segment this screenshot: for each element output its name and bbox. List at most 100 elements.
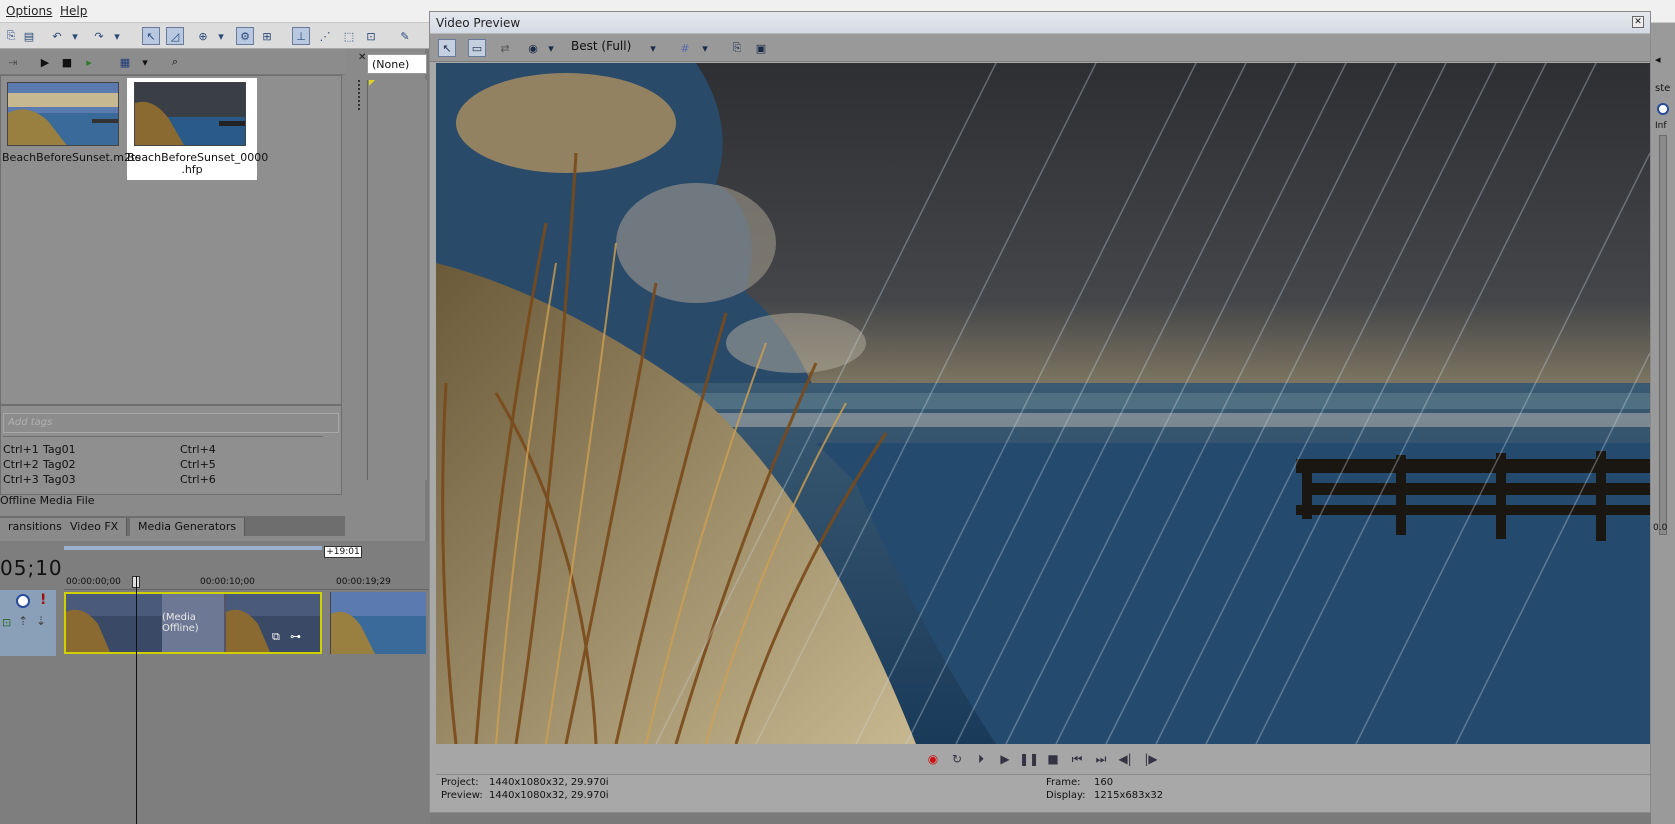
media-offline-label: (Media Offline) [162, 594, 224, 652]
preview-quality-select[interactable]: Best (Full) [571, 39, 631, 53]
plugin-select[interactable]: (None) [367, 54, 427, 74]
split-screen-icon[interactable]: ⇄ [496, 39, 514, 57]
stop-icon[interactable]: ■ [1046, 752, 1060, 766]
tag-name-3[interactable]: Tag03 [43, 473, 76, 486]
media-toolbar: ⇥ ▶ ■ ▸ ▦ ▾ ⌕ [0, 49, 345, 75]
overlays-dropdown-icon[interactable]: ▾ [542, 39, 560, 57]
close-icon[interactable]: ✕ [1632, 16, 1644, 28]
right-panel-mute-icon[interactable] [1657, 103, 1669, 115]
display-label: Display: [1046, 790, 1086, 801]
pause-icon[interactable]: ❚❚ [1019, 752, 1039, 766]
next-frame-icon[interactable]: |▶ [1144, 752, 1158, 766]
copy-icon[interactable]: ⎘ [2, 27, 20, 45]
auto-ripple-icon[interactable]: ⚙ [236, 27, 254, 45]
import-icon[interactable]: ⇥ [4, 53, 22, 71]
timecode-display: 05;10 [0, 556, 63, 580]
zoom-tool-icon[interactable]: ⬚ [340, 27, 358, 45]
marker-flag-icon [369, 80, 375, 86]
main-toolbar: ⎘ ▤ ↶ ▾ ↷ ▾ ↖ ◿ ⊕ ▾ ⚙ ⊞ ⊥ ⋰ ⬚ ⊡ ✎ [0, 23, 440, 49]
video-preview-frame [436, 63, 1650, 744]
transport-bar [430, 744, 1650, 774]
views-icon[interactable]: ▦ [116, 53, 134, 71]
envelope-tool-icon[interactable]: ◿ [166, 27, 184, 45]
search-icon[interactable]: ⌕ [166, 53, 184, 71]
compositing-parent-icon[interactable]: ⇡ [18, 614, 28, 628]
tag-name-1[interactable]: Tag01 [43, 443, 76, 456]
stop-icon[interactable]: ■ [58, 53, 76, 71]
snapping-icon[interactable]: ⊥ [292, 27, 310, 45]
insert-icon[interactable]: ⊕ [194, 27, 212, 45]
tag-key-2: Ctrl+2 [3, 458, 39, 471]
loop-playback-icon[interactable]: ↻ [950, 752, 964, 766]
loop-region-bar[interactable] [64, 546, 322, 550]
zoom-icon[interactable]: ⊡ [362, 27, 380, 45]
dock-grip[interactable] [358, 80, 361, 110]
event-pan-crop-icon[interactable]: ⧉ [272, 630, 280, 644]
redo-icon[interactable]: ↷ [90, 27, 108, 45]
media-thumbnail-hfp[interactable] [134, 82, 246, 146]
lock-envelopes-icon[interactable]: ⊞ [258, 27, 276, 45]
insert-dropdown-icon[interactable]: ▾ [212, 27, 230, 45]
selection-tool-icon[interactable]: ⋰ [316, 27, 334, 45]
grid-dropdown-icon[interactable]: ▾ [696, 39, 714, 57]
media-thumbnail-m2ts[interactable] [7, 82, 119, 146]
copy-snapshot-icon[interactable]: ⎘ [728, 39, 746, 57]
side-panel-list [367, 80, 427, 480]
tab-transitions[interactable]: ransitions [0, 518, 71, 536]
tag-name-2[interactable]: Tag02 [43, 458, 76, 471]
menu-help[interactable]: Help [60, 4, 87, 18]
frame-value: 160 [1094, 777, 1114, 788]
solo-icon[interactable]: ! [40, 592, 46, 608]
paste-icon[interactable]: ▤ [20, 27, 38, 45]
video-preview-titlebar[interactable]: Video Preview ✕ [430, 12, 1650, 34]
quality-dropdown-icon[interactable]: ▾ [644, 39, 662, 57]
window-tabs: ransitions Video FX Media Generators [0, 516, 345, 536]
undo-dropdown-icon[interactable]: ▾ [66, 27, 84, 45]
auto-preview-icon[interactable]: ▸ [80, 53, 98, 71]
tag-key-3: Ctrl+3 [3, 473, 39, 486]
play-from-start-icon[interactable]: ⏵ [974, 752, 988, 766]
grid-icon[interactable]: # [676, 39, 694, 57]
menu-options[interactable]: Options [6, 4, 52, 18]
right-panel-value: 0.0 [1653, 523, 1668, 533]
tag-key-6: Ctrl+6 [180, 473, 216, 486]
mute-icon[interactable] [16, 594, 30, 608]
properties-icon[interactable]: ↖ [438, 39, 456, 57]
media-name-hfp-line2: .hfp [181, 163, 203, 176]
record-icon[interactable]: ◉ [926, 752, 940, 766]
playhead-cursor [136, 576, 137, 824]
frame-label: Frame: [1046, 777, 1081, 788]
brush-icon[interactable]: ✎ [396, 27, 414, 45]
go-to-end-icon[interactable]: ⏭ [1094, 752, 1108, 766]
redo-dropdown-icon[interactable]: ▾ [108, 27, 126, 45]
preview-scene-image [436, 63, 1650, 744]
save-snapshot-icon[interactable]: ▣ [752, 39, 770, 57]
media-name-m2ts: BeachBeforeSunset.m2ts [2, 151, 142, 164]
external-monitor-icon[interactable]: ▭ [468, 39, 486, 57]
play-icon[interactable]: ▶ [36, 53, 54, 71]
video-event-clip-2[interactable] [330, 592, 426, 654]
add-tags-input[interactable]: Add tags [3, 413, 339, 433]
tab-media-generators[interactable]: Media Generators [130, 518, 246, 536]
ruler-label-0: 00:00:00;00 [66, 577, 121, 587]
project-value: 1440x1080x32, 29.970i [489, 777, 609, 788]
preview-status-bar [436, 774, 1650, 805]
track-fx-icon[interactable]: ⊡ [2, 616, 11, 629]
tag-divider [3, 436, 323, 437]
tag-key-1: Ctrl+1 [3, 443, 39, 456]
go-to-start-icon[interactable]: ⏮ [1070, 752, 1084, 766]
undo-icon[interactable]: ↶ [48, 27, 66, 45]
event-fx-icon[interactable]: ⊶ [290, 630, 301, 643]
previous-frame-icon[interactable]: ◀| [1118, 752, 1132, 766]
track-header: ! ⊡ ⇡ ⇣ [0, 590, 56, 656]
panel-close-icon[interactable]: ✕ [358, 52, 366, 63]
normal-edit-tool-icon[interactable]: ↖ [142, 27, 160, 45]
views-dropdown-icon[interactable]: ▾ [136, 53, 154, 71]
play-icon[interactable]: ▶ [998, 752, 1012, 766]
timeline-ruler[interactable]: 00:00:00;00 00:00:10;00 00:00:19;29 [64, 574, 430, 590]
right-panel-arrow-icon[interactable]: ◂ [1655, 53, 1661, 66]
overlays-icon[interactable]: ◉ [524, 39, 542, 57]
tab-video-fx[interactable]: Video FX [62, 518, 128, 536]
right-panel-info: Inf [1655, 121, 1667, 131]
compositing-child-icon[interactable]: ⇣ [36, 614, 46, 628]
